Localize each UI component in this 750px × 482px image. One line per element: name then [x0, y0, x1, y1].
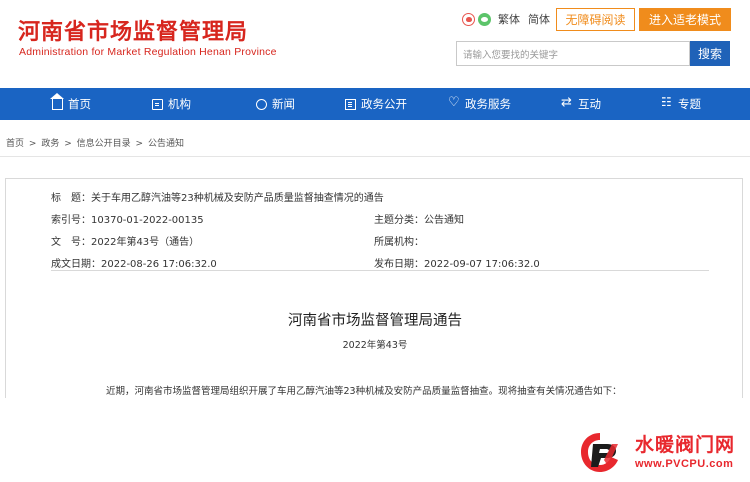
article-container: 标 题：关于车用乙醇汽油等23种机械及安防产品质量监督抽查情况的通告 索引号：1…	[5, 178, 743, 398]
breadcrumb-divider	[0, 156, 750, 157]
document-number: 2022年第43号	[342, 340, 408, 351]
watermark-url: www.PVCPU.com	[635, 458, 734, 470]
document-icon	[345, 98, 356, 110]
meta-category-label: 主题分类：	[374, 215, 424, 226]
meta-agency: 所属机构：	[374, 233, 424, 248]
watermark-logo: 水暖阀门网 www.PVCPU.com	[577, 428, 747, 478]
search-button[interactable]: 搜索	[690, 41, 730, 66]
nav-item-topics[interactable]: 专题	[661, 88, 701, 120]
nav-item-label: 互动	[578, 97, 601, 111]
org-icon	[152, 98, 163, 110]
lang-simplified-link[interactable]: 简体	[528, 11, 550, 27]
nav-item-gov-open[interactable]: 政务公开	[345, 88, 407, 120]
metadata-table: 标 题：关于车用乙醇汽油等23种机械及安防产品质量监督抽查情况的通告 索引号：1…	[51, 185, 709, 271]
meta-title-value: 关于车用乙醇汽油等23种机械及安防产品质量监督抽查情况的通告	[91, 193, 384, 204]
meta-category-value: 公告通知	[424, 215, 464, 226]
elder-mode-button[interactable]: 进入适老模式	[639, 8, 731, 31]
document-heading: 河南省市场监督管理局通告	[288, 313, 462, 329]
nav-item-label: 首页	[68, 97, 91, 111]
meta-index: 索引号：10370-01-2022-00135	[51, 211, 204, 226]
meta-created-label: 成文日期：	[51, 259, 101, 270]
nav-item-label: 新闻	[272, 97, 295, 111]
nav-item-org[interactable]: 机构	[152, 88, 191, 120]
meta-index-label: 索引号：	[51, 215, 91, 226]
top-tools: 繁体 简体	[462, 12, 554, 26]
meta-category: 主题分类：公告通知	[374, 211, 464, 226]
meta-created-value: 2022-08-26 17:06:32.0	[101, 259, 217, 270]
weibo-icon[interactable]	[462, 12, 475, 26]
meta-created: 成文日期：2022-08-26 17:06:32.0	[51, 255, 217, 270]
site-logo-cn[interactable]: 河南省市场监督管理局	[18, 14, 248, 46]
swap-icon	[561, 95, 573, 110]
breadcrumb-separator: >	[28, 139, 37, 149]
meta-docno: 文 号：2022年第43号（通告）	[51, 233, 199, 248]
globe-icon	[256, 98, 267, 110]
breadcrumb-home[interactable]: 首页	[6, 139, 24, 149]
site-logo-en: Administration for Market Regulation Hen…	[19, 46, 277, 58]
meta-title-label: 标 题：	[51, 193, 91, 204]
site-header: 河南省市场监督管理局 Administration for Market Reg…	[0, 0, 750, 88]
meta-agency-label: 所属机构：	[374, 237, 424, 248]
breadcrumb-gov[interactable]: 政务	[41, 139, 59, 149]
breadcrumb: 首页 > 政务 > 信息公开目录 > 公告通知	[6, 136, 186, 149]
nav-item-gov-service[interactable]: 政务服务	[448, 88, 511, 120]
breadcrumb-separator: >	[64, 139, 72, 149]
nav-item-news[interactable]: 新闻	[256, 88, 295, 120]
home-icon	[50, 92, 64, 110]
meta-docno-label: 文 号：	[51, 237, 91, 248]
watermark-name: 水暖阀门网	[635, 434, 736, 456]
nav-item-label: 政务公开	[361, 97, 407, 111]
breadcrumb-notice[interactable]: 公告通知	[148, 139, 184, 149]
heart-icon	[448, 95, 460, 110]
nav-item-label: 机构	[168, 97, 191, 111]
breadcrumb-catalog[interactable]: 信息公开目录	[77, 139, 131, 149]
pv-logo-icon	[581, 433, 618, 472]
breadcrumb-separator: >	[135, 139, 144, 149]
meta-published-value: 2022-09-07 17:06:32.0	[424, 259, 540, 270]
lang-traditional-link[interactable]: 繁体	[498, 11, 520, 27]
nav-item-home[interactable]: 首页	[50, 88, 91, 120]
meta-index-value: 10370-01-2022-00135	[91, 215, 204, 226]
accessible-reading-button[interactable]: 无障碍阅读	[556, 8, 635, 31]
nav-item-interact[interactable]: 互动	[561, 88, 601, 120]
search-input[interactable]: 请输入您要找的关键字	[456, 41, 690, 66]
grid-icon	[661, 95, 673, 110]
meta-published: 发布日期：2022-09-07 17:06:32.0	[374, 255, 540, 270]
meta-title: 标 题：关于车用乙醇汽油等23种机械及安防产品质量监督抽查情况的通告	[51, 189, 384, 204]
nav-item-label: 专题	[678, 97, 701, 111]
wechat-icon[interactable]	[478, 12, 491, 26]
meta-docno-value: 2022年第43号（通告）	[91, 237, 200, 248]
nav-item-label: 政务服务	[465, 97, 511, 111]
meta-published-label: 发布日期：	[374, 259, 424, 270]
document-first-paragraph: 近期，河南省市场监督管理局组织开展了车用乙醇汽油等23种机械及安防产品质量监督抽…	[106, 386, 622, 397]
main-nav: 首页 机构 新闻 政务公开 政务服务 互动 专题	[0, 88, 750, 120]
